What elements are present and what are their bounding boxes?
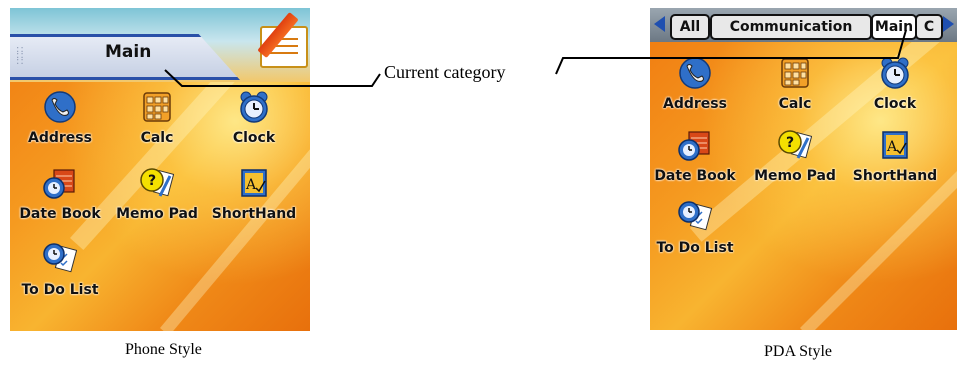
current-category-label: Current category <box>384 62 506 82</box>
callout-lines <box>164 29 907 87</box>
pda-style-caption: PDA Style <box>764 343 833 360</box>
phone-style-caption: Phone Style <box>125 341 202 358</box>
